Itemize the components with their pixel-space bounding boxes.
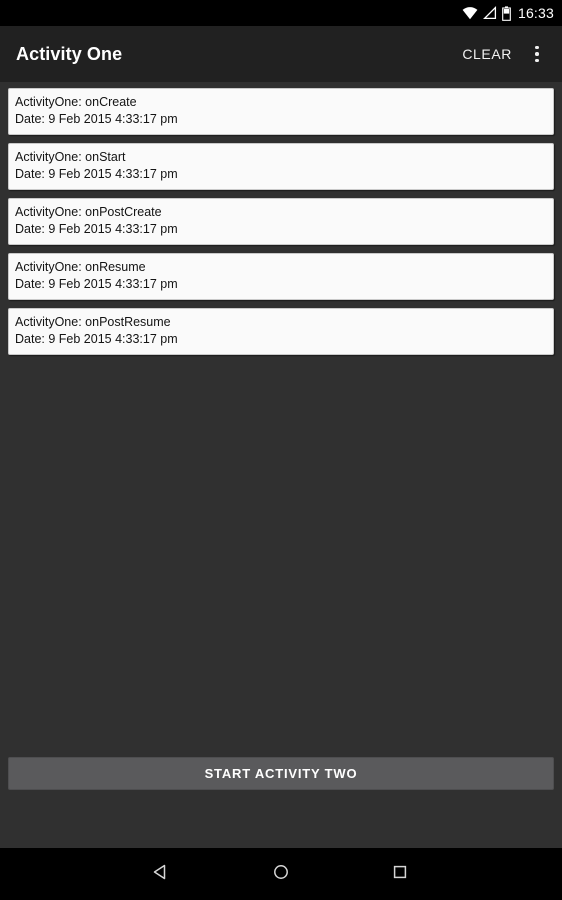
start-activity-two-button[interactable]: START ACTIVITY TWO xyxy=(8,757,554,790)
clear-button[interactable]: CLEAR xyxy=(452,38,522,70)
overflow-dot xyxy=(535,52,539,56)
overflow-dot xyxy=(535,45,539,50)
log-date-text: Date: 9 Feb 2015 4:33:17 pm xyxy=(15,112,178,126)
list-item[interactable]: ActivityOne: onResume Date: 9 Feb 2015 4… xyxy=(8,253,554,300)
android-screen: 16:33 Activity One CLEAR ActivityOne: on… xyxy=(0,0,562,900)
system-navigation-bar xyxy=(0,848,562,900)
log-date-text: Date: 9 Feb 2015 4:33:17 pm xyxy=(15,167,178,181)
home-circle-icon xyxy=(271,862,291,887)
log-date-text: Date: 9 Feb 2015 4:33:17 pm xyxy=(15,277,178,291)
list-item[interactable]: ActivityOne: onCreate Date: 9 Feb 2015 4… xyxy=(8,88,554,135)
start-activity-two-label: START ACTIVITY TWO xyxy=(204,766,358,781)
battery-icon xyxy=(502,5,511,21)
back-triangle-icon xyxy=(151,862,171,887)
overflow-menu-icon[interactable] xyxy=(522,34,552,74)
nav-home-button[interactable] xyxy=(241,848,321,900)
log-event-text: ActivityOne: onResume xyxy=(15,260,146,274)
cellular-signal-icon xyxy=(482,6,497,20)
overflow-dot xyxy=(535,58,539,63)
app-toolbar: Activity One CLEAR xyxy=(0,26,562,82)
page-title: Activity One xyxy=(16,43,123,64)
nav-recents-button[interactable] xyxy=(360,848,440,900)
log-event-text: ActivityOne: onPostResume xyxy=(15,315,171,329)
log-event-text: ActivityOne: onCreate xyxy=(15,95,137,109)
log-date-text: Date: 9 Feb 2015 4:33:17 pm xyxy=(15,222,178,236)
list-item[interactable]: ActivityOne: onPostResume Date: 9 Feb 20… xyxy=(8,308,554,355)
status-bar-clock: 16:33 xyxy=(517,5,554,21)
lifecycle-log-list[interactable]: ActivityOne: onCreate Date: 9 Feb 2015 4… xyxy=(0,88,562,748)
log-event-text: ActivityOne: onStart xyxy=(15,150,126,164)
status-bar: 16:33 xyxy=(0,0,562,26)
nav-back-button[interactable] xyxy=(121,848,201,900)
log-date-text: Date: 9 Feb 2015 4:33:17 pm xyxy=(15,332,178,346)
wifi-icon xyxy=(462,6,478,20)
recents-square-icon xyxy=(390,862,410,887)
log-event-text: ActivityOne: onPostCreate xyxy=(15,205,162,219)
list-item[interactable]: ActivityOne: onPostCreate Date: 9 Feb 20… xyxy=(8,198,554,245)
list-item[interactable]: ActivityOne: onStart Date: 9 Feb 2015 4:… xyxy=(8,143,554,190)
